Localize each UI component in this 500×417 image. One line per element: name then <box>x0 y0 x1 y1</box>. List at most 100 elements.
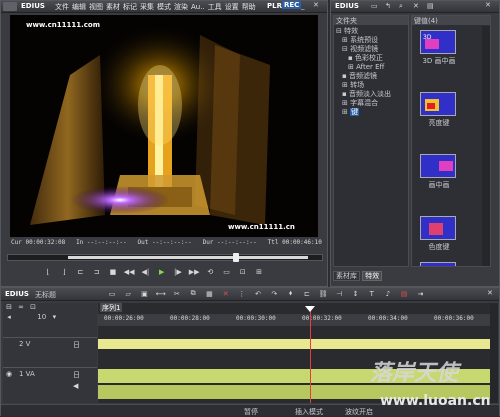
insert-icon[interactable]: ⊡ <box>236 268 250 276</box>
track-1va[interactable]: ◉ 1 VA 日 ◀ <box>3 367 97 401</box>
tree-item-title-mixer[interactable]: ⊞ 字幕混合 <box>336 99 408 108</box>
effect-item-partial[interactable] <box>420 262 456 266</box>
undo-icon[interactable]: ↶ <box>251 290 265 298</box>
tree-item-effects[interactable]: ⊟ 特效 <box>336 27 408 36</box>
close-icon[interactable]: ✕ <box>313 1 319 9</box>
step-forward-icon[interactable]: |▶ <box>171 268 185 276</box>
menu-audio[interactable]: Au.. <box>191 3 205 11</box>
ripple-icon[interactable]: ⟷ <box>154 290 168 298</box>
folder-icon[interactable]: ▭ <box>371 2 378 10</box>
back-icon[interactable]: ↰ <box>385 2 391 10</box>
rec-button[interactable]: REC <box>282 1 302 9</box>
dropdown-icon[interactable]: ▾ <box>48 313 60 321</box>
menu-tools[interactable]: 工具 <box>208 3 222 11</box>
menu-clip[interactable]: 素材 <box>106 3 120 11</box>
output-icon[interactable]: ⇥ <box>413 290 427 298</box>
save-icon[interactable]: ▣ <box>137 290 151 298</box>
tree-item-color-correction[interactable]: ▪ 色彩校正 <box>336 54 408 63</box>
tree-label: 特效 <box>344 27 359 35</box>
menu-capture[interactable]: 采集 <box>140 3 154 11</box>
snap-icon[interactable]: ⊏ <box>300 290 314 298</box>
copy-icon[interactable]: ⧉ <box>186 289 200 298</box>
rewind-icon[interactable]: ◀◀ <box>122 268 136 276</box>
delete-icon[interactable]: ✕ <box>413 2 419 10</box>
menu-marker[interactable]: 标记 <box>123 3 137 11</box>
playhead[interactable] <box>310 311 311 403</box>
properties-icon[interactable]: ▤ <box>427 2 434 10</box>
prev-edit-icon[interactable]: ⊏ <box>73 268 87 276</box>
sequence-tab[interactable]: 序列1 <box>100 303 123 312</box>
tree-item-audio-fades[interactable]: ▪ 音频淡入淡出 <box>336 90 408 99</box>
tree-item-audio-filters[interactable]: ▪ 音频滤镜 <box>336 72 408 81</box>
cut-icon[interactable]: ✂ <box>170 290 184 298</box>
redo-icon[interactable]: ↷ <box>267 290 281 298</box>
link-icon[interactable]: ⛓ <box>316 290 330 298</box>
trim-icon[interactable]: ⊣ <box>332 290 346 298</box>
speaker-icon[interactable]: ◀ <box>73 382 78 390</box>
tree-label: 系统预设 <box>350 36 379 44</box>
tree-item-system-presets[interactable]: ⊞ 系统预设 <box>336 36 408 45</box>
ruler-tick: 00:00:30:00 <box>236 315 276 322</box>
clip-2v[interactable] <box>98 339 490 349</box>
tab-bin[interactable]: 素材库 <box>333 271 360 281</box>
close-icon[interactable]: ✕ <box>485 1 491 9</box>
track-flag[interactable]: 日 <box>73 370 80 380</box>
mode-icon[interactable]: ⊟ <box>3 303 15 311</box>
track-2v[interactable]: 2 V 日 <box>3 337 97 367</box>
minimize-icon[interactable]: _ <box>301 2 305 10</box>
fast-forward-icon[interactable]: ▶▶ <box>187 268 201 276</box>
effect-item-3d-pip[interactable]: 3D 3D 画中画 <box>420 30 458 66</box>
delete-icon[interactable]: ✕ <box>219 290 233 298</box>
menu-help[interactable]: 帮助 <box>242 3 256 11</box>
scrub-fill <box>68 256 308 259</box>
menu-edit[interactable]: 编辑 <box>72 3 86 11</box>
menu-render[interactable]: 渲染 <box>174 3 188 11</box>
loop-icon[interactable]: ⟲ <box>203 268 217 276</box>
effect-item-pip[interactable]: 画中画 <box>420 154 458 190</box>
mute-icon[interactable]: ∞ <box>15 303 27 311</box>
track-name: 2 V <box>19 340 31 348</box>
tree-item-transitions[interactable]: ⊞ 转场 <box>336 81 408 90</box>
output-icon[interactable]: ▭ <box>220 268 234 276</box>
tree-item-video-filters[interactable]: ⊟ 视频滤镜 <box>336 45 408 54</box>
track-flag[interactable]: 日 <box>73 340 80 350</box>
set-in-icon[interactable]: ⌊ <box>41 268 55 276</box>
menu-view[interactable]: 视图 <box>89 3 103 11</box>
audio-icon[interactable]: ♪ <box>381 290 395 298</box>
ruler[interactable]: 00:00:26:00 00:00:28:00 00:00:30:00 00:0… <box>98 314 490 326</box>
set-out-icon[interactable]: ⌋ <box>57 268 71 276</box>
new-sequence-icon[interactable]: ▭ <box>105 290 119 298</box>
next-edit-icon[interactable]: ⊐ <box>90 268 104 276</box>
grid-scrollbar[interactable] <box>482 26 490 266</box>
overwrite-icon[interactable]: ⊞ <box>252 268 266 276</box>
tree-item-keys[interactable]: ⊞ 键 <box>336 108 408 117</box>
step-back-icon[interactable]: ◀| <box>138 268 152 276</box>
scrub-bar[interactable] <box>7 253 323 262</box>
plr-button[interactable]: PLR <box>267 2 282 10</box>
playhead-marker[interactable] <box>305 306 315 312</box>
lock-icon[interactable]: ⊡ <box>27 303 39 311</box>
effect-item-chroma-key[interactable]: 色度键 <box>420 216 458 252</box>
eye-icon[interactable]: ◉ <box>6 370 12 378</box>
track-name: 1 VA <box>19 370 35 378</box>
paste-icon[interactable]: ▦ <box>202 290 216 298</box>
zoom-out-icon[interactable]: ◂ <box>3 313 15 321</box>
menu-file[interactable]: 文件 <box>55 3 69 11</box>
close-icon[interactable]: ✕ <box>487 289 493 297</box>
ttl-timecode: 00:00:46:10 <box>282 239 322 246</box>
title-icon[interactable]: T <box>365 290 379 298</box>
tab-effects[interactable]: 特效 <box>362 271 383 281</box>
search-icon[interactable]: ⌕ <box>399 2 403 11</box>
menu-settings[interactable]: 设置 <box>225 3 239 11</box>
sync-icon[interactable]: ↕ <box>349 290 363 298</box>
stop-icon[interactable]: ■ <box>106 268 120 276</box>
play-icon[interactable]: ▶ <box>155 268 169 276</box>
scrub-handle[interactable] <box>233 253 239 262</box>
menu-mode[interactable]: 模式 <box>157 3 171 11</box>
add-cut-icon[interactable]: ⋮ <box>235 290 249 298</box>
render-icon[interactable]: ▤ <box>397 290 411 298</box>
marker-icon[interactable]: ⬧ <box>284 289 298 298</box>
effect-item-luma-key[interactable]: 亮度键 <box>420 92 458 128</box>
tree-item-after-effects[interactable]: ⊞ After Eff <box>336 63 408 72</box>
open-project-icon[interactable]: ▱ <box>121 290 135 298</box>
